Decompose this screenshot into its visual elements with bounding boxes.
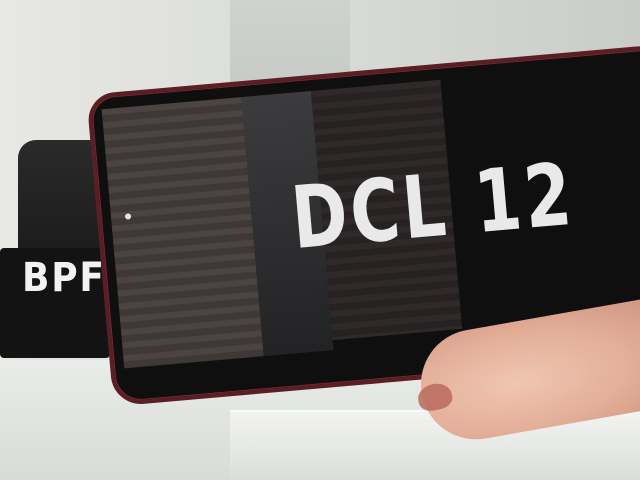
background-sign-text: BPF — [22, 255, 106, 301]
photo-scene: BPF DCL 12 — [0, 0, 640, 480]
reflection-blinds — [101, 97, 264, 369]
